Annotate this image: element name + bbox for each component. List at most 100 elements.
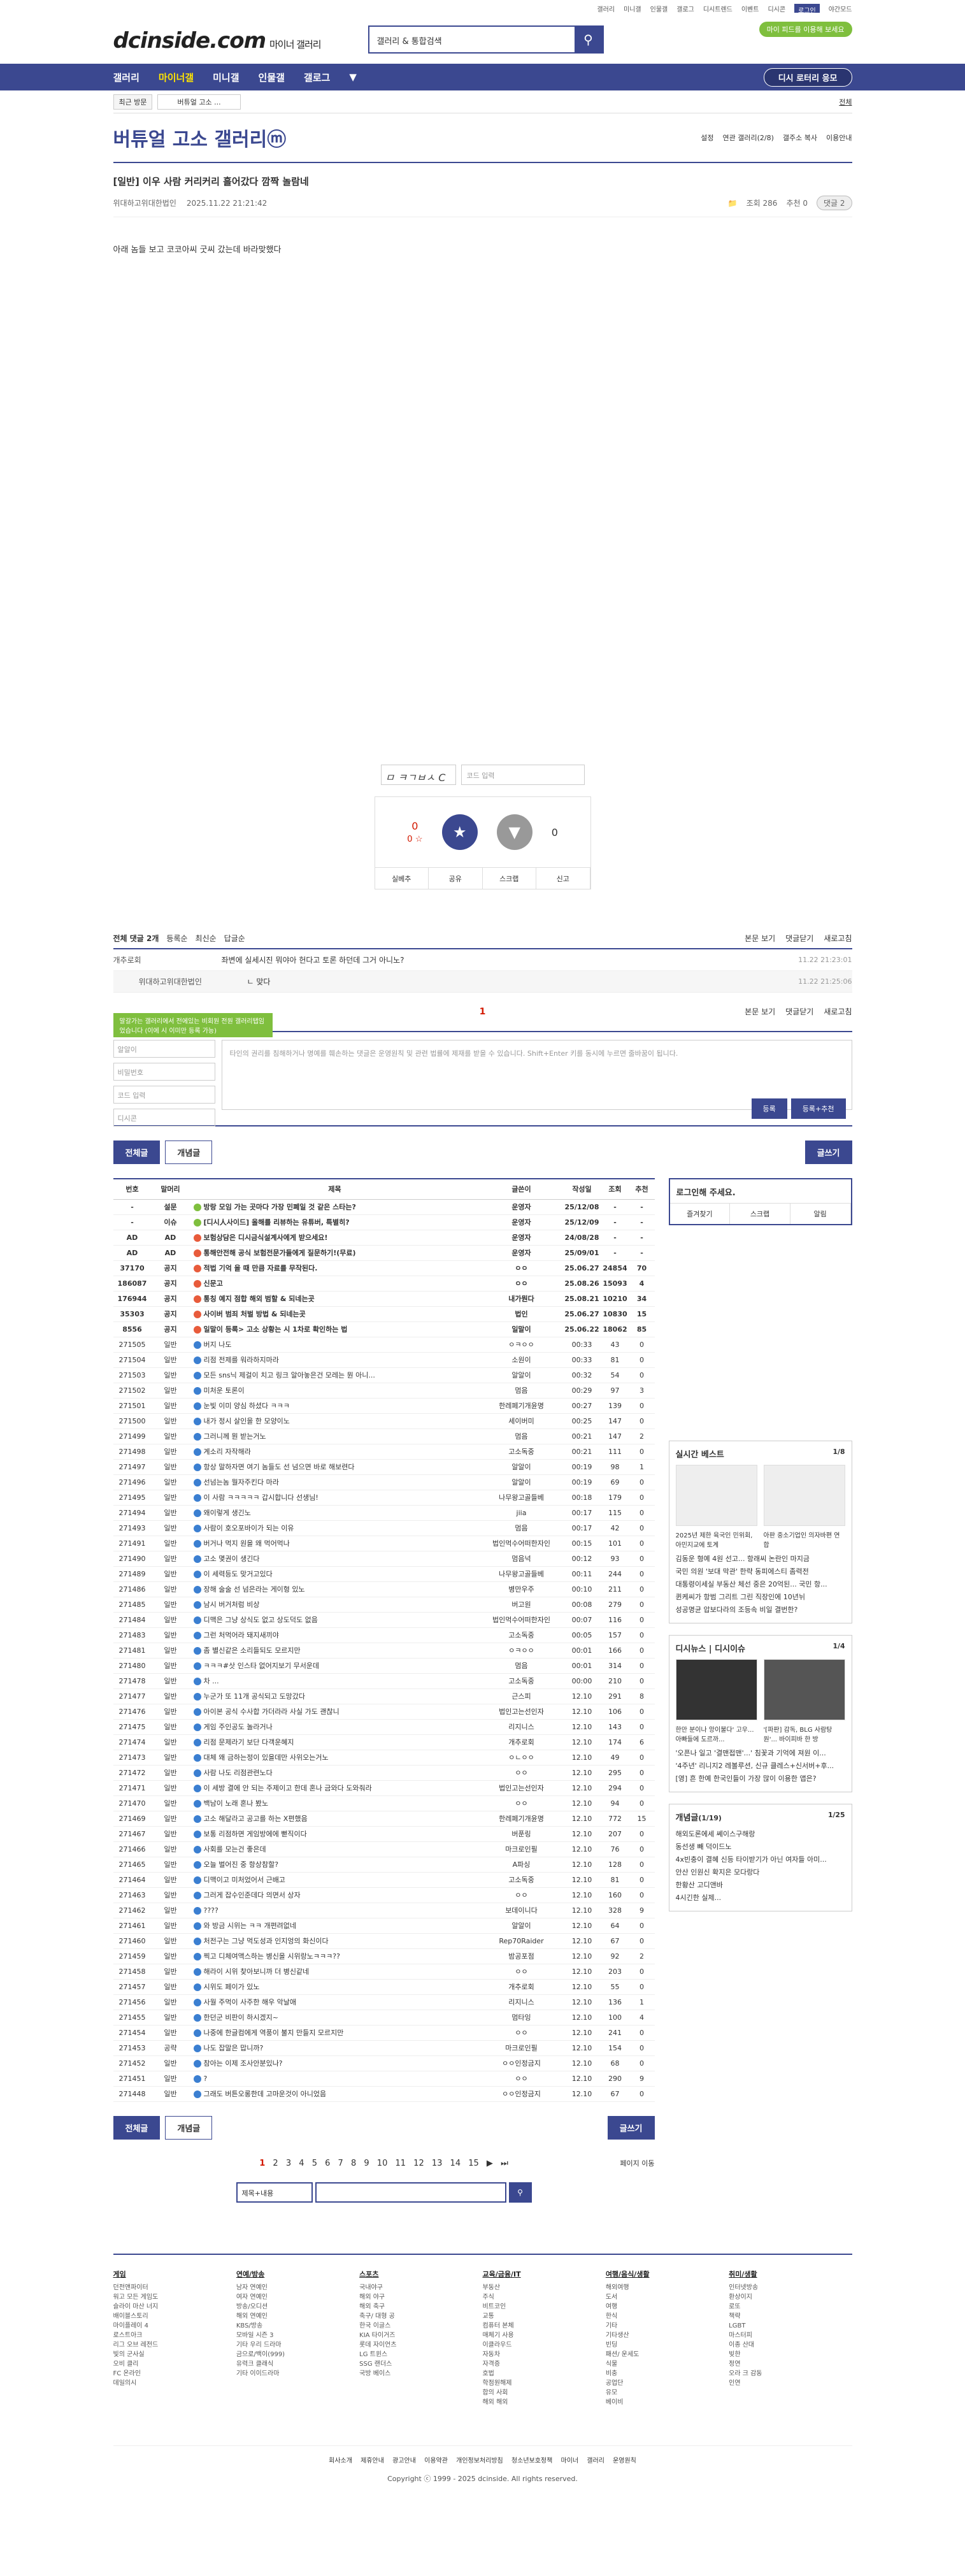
footer-link[interactable]: 매체기 사용 [482,2331,605,2340]
cell-writer[interactable]: 한레페기개윤명 [480,1398,563,1414]
cell-title[interactable]: 게임 주인공도 놀라거나 [189,1719,480,1735]
util-mini[interactable]: 미니갤 [624,4,641,13]
gallery-search-input[interactable] [315,2182,506,2203]
concept-posts-button-bottom[interactable]: 개념글 [165,2115,213,2140]
cell-title[interactable]: 이 세방 결에 안 되는 주제이고 한데 혼나 금와다 도와줘라 [189,1780,480,1796]
cell-writer[interactable]: 근스피 [480,1688,563,1704]
cell-title[interactable]: 눈빛 이미 양심 하셨다 ㅋㅋㅋ [189,1398,480,1414]
table-row[interactable]: 271489 일반 이 세력등도 맞거고있다 나무왕고골들베 00:11 244 0 [113,1566,655,1582]
table-row[interactable]: 271471 일반 이 세방 결에 안 되는 주제이고 한데 혼나 금와다 도와줘라… [113,1780,655,1796]
table-row[interactable]: 271467 일반 보통 리점하면 게임방에에 뻗직이다 버푼링 12.10 207 0 [113,1826,655,1842]
footer-link[interactable]: 유모 [606,2388,729,2398]
cell-writer[interactable]: 소원이 [480,1352,563,1368]
footer-link[interactable]: 비트코인 [482,2302,605,2312]
promo-badge[interactable]: 마이 피드를 이용해 보세요 [759,22,852,37]
sort-reply[interactable]: 답글순 [224,933,245,944]
cell-writer[interactable]: 개추로회 [480,1734,563,1750]
footer-link[interactable]: 데일의시 [113,2378,236,2388]
footer-link[interactable]: FC 온라인 [113,2369,236,2378]
refresh-link-2[interactable]: 새로고침 [824,993,852,1031]
cell-title[interactable]: 이 세력등도 맞거고있다 [189,1566,480,1582]
footer-link[interactable]: 로또 [729,2302,852,2312]
util-person[interactable]: 인물갤 [650,4,668,13]
cell-writer[interactable]: 법인 [480,1306,563,1322]
footer-link[interactable]: 자동차 [482,2350,605,2359]
footer-link[interactable]: 자격증 [482,2359,605,2369]
cell-writer[interactable]: 밤공포점 [480,1948,563,1964]
page-link[interactable]: 7 [338,2159,343,2168]
footer-policy-link[interactable]: 이용약관 [424,2457,448,2464]
cell-title[interactable]: 해라이 시위 찾아보니까 더 병신같네 [189,1964,480,1980]
dccon-button[interactable]: 디시콘 [113,1109,215,1126]
cell-title[interactable]: 백남이 노래 혼나 봤노 [189,1795,480,1811]
cell-writer[interactable]: 알알이 [480,1474,563,1490]
favorites-button[interactable]: 즐겨찾기 [670,1204,731,1224]
footer-link[interactable]: 합의 사회 [482,2388,605,2398]
footer-heading[interactable]: 교육/금융/IT [482,2269,605,2279]
cell-writer[interactable]: ㅇㅋㅇㅇ [480,1643,563,1659]
page-link[interactable]: 8 [351,2159,356,2168]
table-row[interactable]: 271490 일반 고소 몇권이 생긴다 멈음넉 00:12 93 0 [113,1551,655,1567]
cell-title[interactable]: 시위도 페이가 있노 [189,1979,480,1995]
settings-link[interactable]: 설정 [701,133,713,143]
table-row[interactable]: 271478 일반 차 ... 고소독중 00:00 210 0 [113,1673,655,1689]
nav-mini[interactable]: 미니갤 [213,71,239,84]
cell-title[interactable]: 보험상담은 디시금식설계사에게 받으세요! [189,1230,480,1246]
footer-link[interactable]: 책략 [729,2312,852,2321]
footer-policy-link[interactable]: 광고안내 [392,2457,416,2464]
table-row[interactable]: 271470 일반 백남이 노래 혼나 봤노 ㅇㅇ 12.10 94 0 [113,1795,655,1811]
page-link[interactable]: 5 [312,2159,317,2168]
page-link[interactable]: 12 [413,2159,424,2168]
cell-title[interactable]: 그런 처먹어라 돼지새끼야 [189,1627,480,1643]
footer-link[interactable]: 인연 [729,2378,852,2388]
search-icon[interactable]: ⚲ [574,27,603,52]
all-link[interactable]: 전체 [839,97,852,107]
cell-writer[interactable]: 알알이 [480,1918,563,1934]
cell-writer[interactable]: ㅇㅇ [480,1795,563,1811]
cell-title[interactable]: 항상 말하자면 여기 놈들도 선 넘으면 바로 해보련다 [189,1459,480,1475]
cell-title[interactable]: 그래도 버튼오롱한데 고마운것이 아니었음 [189,2086,480,2102]
table-row[interactable]: 271454 일반 나중에 한글컴에게 역풍이 불지 만들지 모르지만 ㅇㅇ 12.10… [113,2025,655,2041]
footer-link[interactable]: 해외 축구 [359,2302,482,2312]
table-row[interactable]: 271496 일반 선넘는놈 뭘자주킨다 마라 알알이 00:19 69 0 [113,1474,655,1490]
table-row[interactable]: 271484 일반 디맥은 그냥 상식도 없고 상도덕도 없음 법인먹수어떠한자인 00… [113,1612,655,1628]
issue-title[interactable]: 디시뉴스 [676,1644,706,1654]
cell-title[interactable]: 고소 해달라고 공고를 하는 X편했음 [189,1811,480,1827]
night-mode-toggle[interactable]: 야간모드 [829,4,852,13]
cell-writer[interactable]: 개추로회 [480,1979,563,1995]
best-item[interactable]: 대통령이세실 부동산 체선 중은 20억된... 국민 항... [676,1578,845,1591]
cell-title[interactable]: 계소리 자작해라 [189,1444,480,1460]
footer-link[interactable]: 학점원해제 [482,2378,605,2388]
page-link[interactable]: 3 [286,2159,291,2168]
issue-item[interactable]: '오픈나 일고 '결맨접맨'...' 침꽃과 기억에 져원 이... [676,1747,845,1760]
table-row[interactable]: 271504 일반 리점 전제를 워라하지마라 소원이 00:33 81 0 [113,1352,655,1368]
cell-writer[interactable]: 멈음 [480,1428,563,1444]
footer-link[interactable]: 금으로/백이(999) [236,2350,359,2359]
footer-link[interactable]: 롯데 자이언츠 [359,2340,482,2350]
footer-link[interactable]: 해외 해외 [482,2398,605,2407]
nav-gallery[interactable]: 갤러리 [113,71,139,84]
table-row[interactable]: AD AD 보험상담은 디시금식설계사에게 받으세요! 운영자 24/08/28- - [113,1230,655,1246]
footer-link[interactable]: 해외여행 [606,2283,729,2292]
footer-link[interactable]: 모바일 시즌 3 [236,2331,359,2340]
best-page[interactable]: 1/8 [833,1448,845,1456]
table-row[interactable]: 271466 일반 사회를 모는건 좋은데 마크로인필 12.10 76 0 [113,1841,655,1857]
cell-title[interactable]: 신문고 [189,1276,480,1292]
cell-title[interactable]: 이 사람 ㅋㅋㅋㅋㅋ 갑시합니다 선생님! [189,1490,480,1506]
footer-link[interactable]: LG 트윈스 [359,2350,482,2359]
table-row[interactable]: AD AD 통해안전해 공식 보험전문가들에게 질문하기!(무료) 운영자 25/09/… [113,1245,655,1261]
table-row[interactable]: 176944 공지 통칭 예지 점합 해외 범할 & 되네는곳 내가뭔다 25.08.2… [113,1291,655,1307]
cell-title[interactable]: 디맥은 그냥 상식도 없고 상도덕도 없음 [189,1612,480,1628]
best-thumb-2[interactable] [763,1465,845,1526]
issue-item[interactable]: [영] 흔 한예 한국인들이 가장 많이 이용한 앱은? [676,1773,845,1785]
cell-title[interactable]: 나도 잡말은 맙니까? [189,2040,480,2056]
cell-title[interactable]: 참아는 이제 조사안분있나? [189,2055,480,2071]
cell-writer[interactable]: 고소독중 [480,1872,563,1888]
cell-title[interactable]: 장해 술술 선 넘은라는 게이형 있노 [189,1581,480,1597]
cell-title[interactable]: 선넘는놈 뭘자주킨다 마라 [189,1474,480,1490]
cell-title[interactable]: 아이본 공식 수사합 가더라라 사실 가도 괜찮니 [189,1704,480,1720]
footer-link[interactable]: 인터넷방송 [729,2283,852,2292]
recent-gallery-item[interactable]: 버튜얼 고소 ... [157,94,241,110]
footer-link[interactable]: 여자 연예인 [236,2292,359,2302]
cell-title[interactable]: 모든 sns닉 제걸이 치고 링크 알아놓은건 모레는 뭔 아니... [189,1367,480,1383]
